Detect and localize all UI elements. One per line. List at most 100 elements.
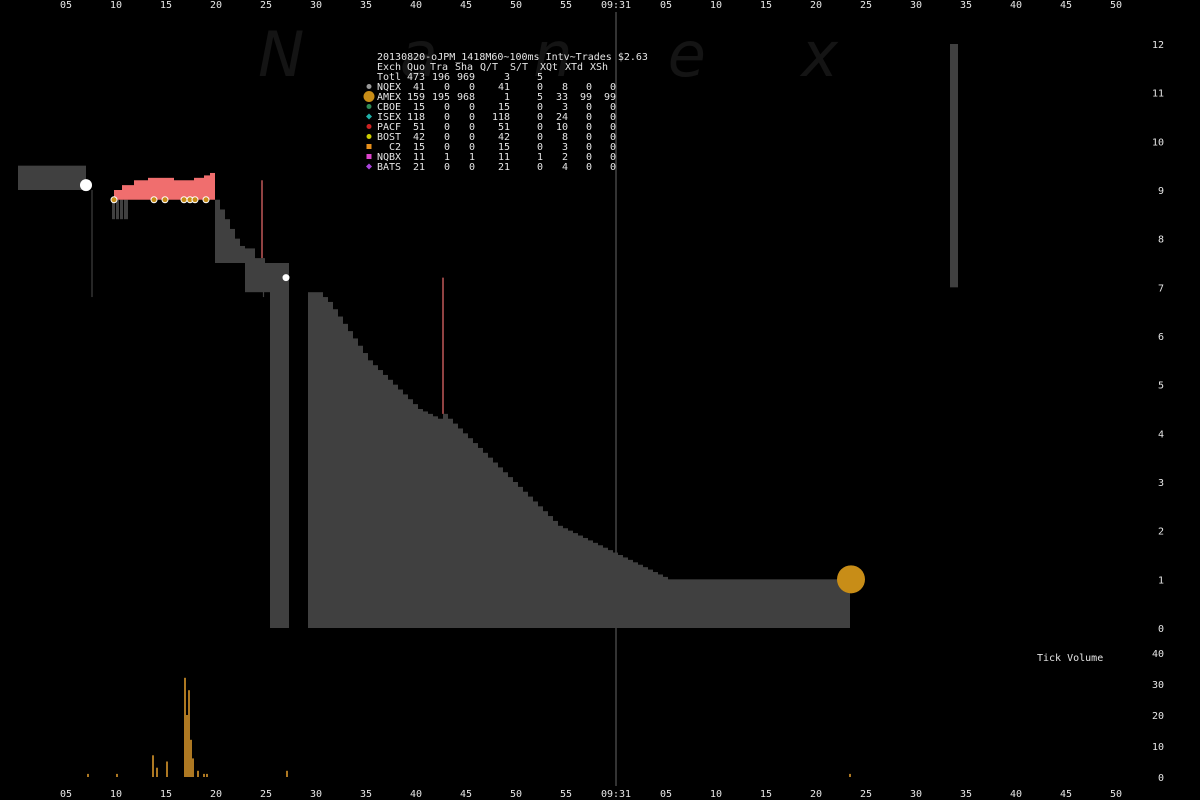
price-band-bar (230, 228, 235, 263)
price-band-bar (18, 165, 86, 190)
x-tick-label-bottom: 50 (1110, 789, 1122, 800)
x-tick-label-top: 20 (210, 0, 222, 11)
volume-tick-label: 40 (1152, 649, 1164, 660)
trade-marker (161, 196, 169, 204)
price-band-bar (508, 477, 513, 628)
x-tick-label-bottom: 25 (860, 789, 872, 800)
legend-value-cell: 0 (469, 162, 475, 173)
price-bands (18, 44, 958, 628)
x-tick-label-top: 50 (1110, 0, 1122, 11)
x-tick-label-top: 15 (160, 0, 172, 11)
price-band-bar (523, 491, 528, 628)
price-band-bar (498, 467, 503, 628)
bid-band-bar (210, 172, 215, 200)
legend-exchange-name: BATS (377, 162, 401, 173)
legend-header-cell: XTd (565, 62, 583, 73)
volume-bar (203, 773, 205, 777)
price-band-bar (613, 552, 618, 628)
legend-marker-icon (366, 134, 372, 139)
price-band-bar (568, 530, 573, 628)
x-tick-label-top: 25 (860, 0, 872, 11)
legend-marker-icon (366, 113, 372, 120)
x-tick-label-bottom: 05 (60, 789, 72, 800)
price-band-bar (413, 404, 418, 628)
price-band-bar (558, 525, 563, 628)
price-band-bar (598, 545, 603, 628)
nanex-tick-chart: Nanex 0505101015152020252530303535404045… (18, 0, 1164, 800)
price-tick-label: 12 (1152, 40, 1164, 51)
x-tick-label-bottom: 15 (760, 789, 772, 800)
price-band-bar (124, 199, 128, 220)
price-band-bar (265, 263, 270, 293)
volume-bar (192, 758, 194, 777)
x-tick-label-top: 45 (460, 0, 472, 11)
price-band-bar (663, 576, 668, 628)
legend-header-cell: Q/T (480, 62, 498, 73)
price-band-bar (116, 199, 119, 220)
price-tick-label: 4 (1158, 429, 1164, 440)
price-tick-label: 3 (1158, 478, 1164, 489)
x-tick-label-bottom: 50 (510, 789, 522, 800)
x-tick-label-bottom: 35 (960, 789, 972, 800)
price-band-bar (528, 496, 533, 628)
price-band-bar (240, 245, 245, 263)
volume-bar (166, 761, 168, 777)
price-band-bar (428, 413, 433, 628)
price-band-bar (328, 301, 333, 628)
x-tick-label-top: 15 (760, 0, 772, 11)
price-band-bar (270, 263, 289, 628)
price-band-bar (593, 542, 598, 628)
x-tick-label-top: 25 (260, 0, 272, 11)
trade-marker (837, 565, 865, 594)
volume-tick-label: 20 (1152, 711, 1164, 722)
price-band-bar (418, 409, 423, 628)
legend-marker-icon (363, 91, 375, 102)
price-band-bar (513, 482, 518, 628)
x-tick-label-top: 10 (710, 0, 722, 11)
price-band-bar (950, 44, 958, 288)
price-band-bar (638, 564, 643, 628)
price-band-bar (553, 520, 558, 628)
legend-value-cell: 0 (586, 162, 592, 173)
price-band-bar (658, 574, 663, 628)
legend-marker-icon (366, 124, 372, 129)
x-tick-label-bottom: 20 (810, 789, 822, 800)
x-tick-label-bottom: 05 (660, 789, 672, 800)
x-tick-label-bottom: 40 (410, 789, 422, 800)
price-band-bar (493, 462, 498, 628)
x-tick-label-top: 09:31 (601, 0, 631, 11)
legend-marker-icon (366, 144, 372, 149)
legend-marker-icon (366, 163, 372, 170)
legend-value-cell: 0 (537, 162, 543, 173)
price-band-bar (423, 411, 428, 628)
price-axis-ticks: 0123456789101112 (1152, 40, 1164, 635)
volume-tick-label: 0 (1158, 773, 1164, 784)
price-band-bar (373, 365, 378, 628)
x-tick-label-top: 50 (510, 0, 522, 11)
price-band-bar (653, 572, 658, 628)
trade-marker (202, 196, 210, 204)
price-band-bar (358, 345, 363, 628)
price-band-bar (618, 555, 623, 628)
volume-bar (87, 773, 89, 777)
price-band-bar (648, 569, 653, 628)
price-band-bar (323, 297, 328, 628)
price-band-bar (473, 443, 478, 628)
volume-bar (184, 677, 186, 777)
price-band-bar (518, 486, 523, 628)
volume-bar (190, 739, 192, 777)
price-tick-label: 2 (1158, 527, 1164, 538)
price-band-bar (463, 433, 468, 628)
price-band-bar (215, 199, 220, 263)
price-tick-label: 8 (1158, 235, 1164, 246)
x-tick-label-top: 55 (560, 0, 572, 11)
price-tick-label: 11 (1152, 89, 1164, 100)
legend-value-cell: 21 (498, 162, 510, 173)
price-band-bar (633, 562, 638, 628)
price-band-bar (225, 219, 230, 263)
x-tick-label-bottom: 30 (310, 789, 322, 800)
price-band-bar (453, 423, 458, 628)
legend-value-cell: 0 (444, 162, 450, 173)
volume-bar (152, 755, 154, 777)
price-tick-label: 7 (1158, 283, 1164, 294)
